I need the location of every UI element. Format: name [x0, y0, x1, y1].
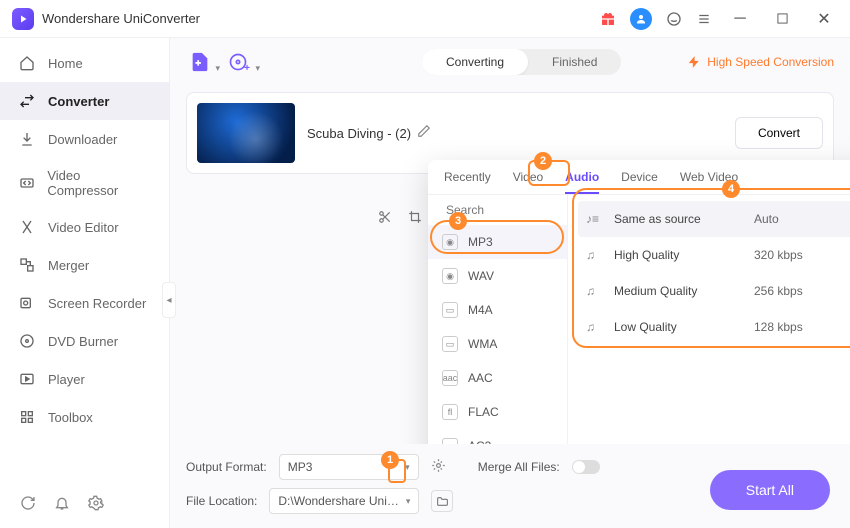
converter-icon	[18, 92, 36, 110]
user-avatar[interactable]	[630, 8, 652, 30]
file-icon: ▭	[442, 336, 458, 352]
tab-converting[interactable]: Converting	[422, 49, 528, 75]
sidebar-item-player[interactable]: Player	[0, 360, 169, 398]
dd-tab-audio[interactable]: Audio	[565, 170, 599, 194]
music-icon: ♫	[586, 248, 604, 262]
maximize-button[interactable]	[768, 8, 796, 30]
sidebar-item-label: Video Editor	[48, 220, 119, 235]
sidebar-item-toolbox[interactable]: Toolbox	[0, 398, 169, 436]
format-m4a[interactable]: ▭M4A	[428, 293, 567, 327]
sidebar-item-label: Player	[48, 372, 85, 387]
sidebar-item-label: Converter	[48, 94, 109, 109]
convert-button[interactable]: Convert	[735, 117, 823, 149]
file-icon: fl	[442, 404, 458, 420]
close-button[interactable]: ✕	[810, 8, 838, 30]
quality-low[interactable]: ♫Low Quality128 kbps	[578, 309, 850, 345]
quality-icon: ♪≡	[586, 212, 604, 226]
file-icon: aac	[442, 370, 458, 386]
titlebar: Wondershare UniConverter ─ ✕	[0, 0, 850, 38]
quality-same-as-source[interactable]: ♪≡Same as sourceAuto	[578, 201, 850, 237]
merge-label: Merge All Files:	[478, 460, 560, 474]
add-file-button[interactable]: ▾	[186, 48, 214, 76]
video-thumbnail[interactable]	[197, 103, 295, 163]
sidebar-item-merger[interactable]: Merger	[0, 246, 169, 284]
format-aac[interactable]: aacAAC	[428, 361, 567, 395]
add-dvd-button[interactable]: +▾	[224, 48, 252, 76]
sidebar-item-label: Merger	[48, 258, 89, 273]
recorder-icon	[18, 294, 36, 312]
app-title: Wondershare UniConverter	[42, 11, 200, 26]
sidebar-item-recorder[interactable]: Screen Recorder	[0, 284, 169, 322]
toolbox-icon	[18, 408, 36, 426]
step-badge-1: 1	[381, 451, 399, 469]
merge-toggle[interactable]	[572, 460, 600, 474]
tab-finished[interactable]: Finished	[528, 49, 621, 75]
step-badge-2: 2	[534, 152, 552, 170]
sidebar-item-label: Home	[48, 56, 83, 71]
disc-icon: ◉	[442, 234, 458, 250]
rename-icon[interactable]	[417, 124, 431, 143]
refresh-icon[interactable]	[20, 495, 36, 516]
chevron-down-icon: ▾	[406, 496, 411, 507]
step-badge-3: 3	[449, 212, 467, 230]
sidebar-item-compressor[interactable]: Video Compressor	[0, 158, 169, 208]
gift-icon[interactable]	[600, 11, 616, 27]
sidebar: Home Converter Downloader Video Compress…	[0, 38, 170, 528]
dd-tab-recently[interactable]: Recently	[444, 170, 491, 194]
quality-medium[interactable]: ♫Medium Quality256 kbps	[578, 273, 850, 309]
sidebar-item-label: Screen Recorder	[48, 296, 146, 311]
chevron-down-icon: ▾	[405, 462, 410, 473]
sidebar-item-home[interactable]: Home	[0, 44, 169, 82]
format-wma[interactable]: ▭WMA	[428, 327, 567, 361]
file-location-label: File Location:	[186, 494, 257, 508]
hsc-label: High Speed Conversion	[707, 55, 834, 69]
sidebar-item-label: Video Compressor	[47, 168, 151, 198]
music-icon: ♫	[586, 320, 604, 334]
support-icon[interactable]	[666, 11, 682, 27]
start-all-button[interactable]: Start All	[710, 470, 830, 510]
quality-high[interactable]: ♫High Quality320 kbps	[578, 237, 850, 273]
sidebar-item-label: Toolbox	[48, 410, 93, 425]
format-wav[interactable]: ◉WAV	[428, 259, 567, 293]
disc-icon: ◉	[442, 268, 458, 284]
format-mp3[interactable]: ◉MP3	[428, 225, 567, 259]
sidebar-item-converter[interactable]: Converter	[0, 82, 169, 120]
sidebar-item-label: DVD Burner	[48, 334, 118, 349]
bell-icon[interactable]	[54, 495, 70, 516]
format-flac[interactable]: flFLAC	[428, 395, 567, 429]
collapse-sidebar-button[interactable]: ◂	[162, 282, 176, 318]
step-badge-4: 4	[722, 180, 740, 198]
home-icon	[18, 54, 36, 72]
minimize-button[interactable]: ─	[726, 8, 754, 30]
edit-tools	[376, 208, 424, 226]
sidebar-item-label: Downloader	[48, 132, 117, 147]
file-location-select[interactable]: D:\Wondershare UniConverter▾	[269, 488, 419, 514]
download-icon	[18, 130, 36, 148]
crop-icon[interactable]	[406, 208, 424, 226]
file-icon: ▭	[442, 302, 458, 318]
menu-icon[interactable]	[696, 11, 712, 27]
dvd-icon	[18, 332, 36, 350]
open-folder-button[interactable]	[431, 490, 453, 512]
sidebar-item-editor[interactable]: Video Editor	[0, 208, 169, 246]
player-icon	[18, 370, 36, 388]
content-area: ◂ ▾ +▾ Converting Finished High Speed Co…	[170, 38, 850, 528]
output-format-label: Output Format:	[186, 460, 267, 474]
dd-tab-video[interactable]: Video	[513, 170, 543, 194]
compress-icon	[18, 174, 35, 192]
sidebar-item-downloader[interactable]: Downloader	[0, 120, 169, 158]
app-logo	[12, 8, 34, 30]
gear-icon[interactable]	[431, 458, 446, 476]
dd-tab-device[interactable]: Device	[621, 170, 658, 194]
sidebar-item-dvd[interactable]: DVD Burner	[0, 322, 169, 360]
merger-icon	[18, 256, 36, 274]
editor-icon	[18, 218, 36, 236]
trim-icon[interactable]	[376, 208, 394, 226]
settings-icon[interactable]	[88, 495, 104, 516]
high-speed-toggle[interactable]: High Speed Conversion	[687, 55, 834, 69]
music-icon: ♫	[586, 284, 604, 298]
file-title: Scuba Diving - (2)	[307, 126, 411, 141]
segment-control: Converting Finished	[422, 49, 621, 75]
